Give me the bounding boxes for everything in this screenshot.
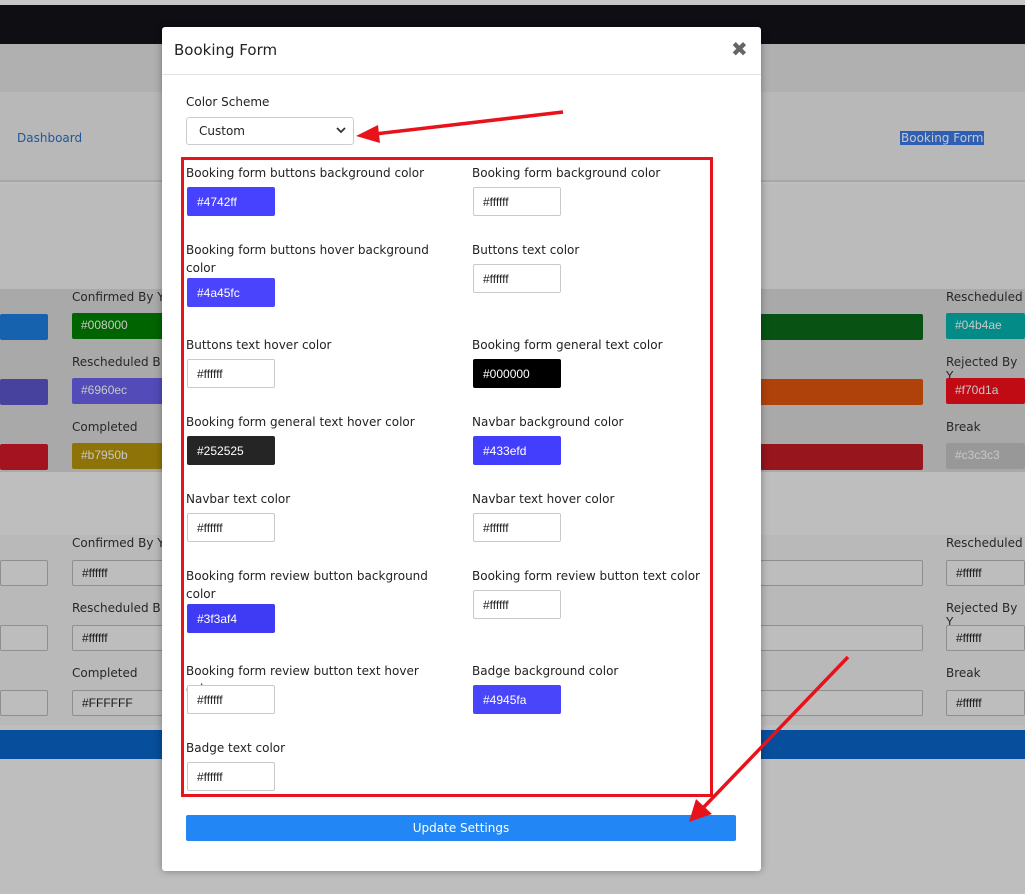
color-field-label: Navbar background color (472, 415, 624, 429)
color-field-label: Booking form background color (472, 166, 661, 180)
color-field-label: Booking form buttons hover background co… (186, 243, 429, 275)
update-settings-button[interactable]: Update Settings (186, 815, 736, 841)
chevron-down-icon (336, 127, 346, 134)
color-input[interactable]: #4a45fc (187, 278, 275, 307)
color-input[interactable]: #3f3af4 (187, 604, 275, 633)
close-icon[interactable]: ✖ (731, 37, 748, 61)
color-scheme-label: Color Scheme (186, 95, 270, 109)
color-input[interactable]: #ffffff (473, 590, 561, 619)
color-input[interactable]: #ffffff (473, 187, 561, 216)
modal-title: Booking Form (174, 41, 278, 59)
color-field-label: Booking form general text color (472, 338, 663, 352)
color-input[interactable]: #ffffff (187, 513, 275, 542)
color-scheme-select[interactable]: Custom (186, 117, 354, 145)
color-field-label: Navbar text hover color (472, 492, 615, 506)
color-field-label: Badge background color (472, 664, 619, 678)
color-field-label: Booking form review button text color (472, 569, 700, 583)
color-input[interactable]: #4742ff (187, 187, 275, 216)
color-field-label: Booking form general text hover color (186, 415, 415, 429)
color-input[interactable]: #ffffff (473, 264, 561, 293)
color-field-label: Booking form buttons background color (186, 166, 425, 180)
modal-header: Booking Form ✖ (162, 27, 761, 75)
color-input[interactable]: #ffffff (187, 762, 275, 791)
color-field-label: Buttons text color (472, 243, 580, 257)
booking-form-modal: Booking Form ✖ Color Scheme Custom Booki… (162, 27, 761, 871)
color-input[interactable]: #433efd (473, 436, 561, 465)
color-input[interactable]: #ffffff (473, 513, 561, 542)
color-input[interactable]: #4945fa (473, 685, 561, 714)
color-input[interactable]: #ffffff (187, 685, 275, 714)
color-field-label: Badge text color (186, 741, 286, 755)
color-field-label: Buttons text hover color (186, 338, 332, 352)
color-fields-scroll-area[interactable]: Booking form buttons background color #47… (182, 159, 711, 796)
color-field-label: Navbar text color (186, 492, 291, 506)
color-scheme-value: Custom (199, 124, 245, 138)
color-input[interactable]: #ffffff (187, 359, 275, 388)
color-input[interactable]: #252525 (187, 436, 275, 465)
color-field-label: Booking form review button background co… (186, 569, 428, 601)
color-input[interactable]: #000000 (473, 359, 561, 388)
